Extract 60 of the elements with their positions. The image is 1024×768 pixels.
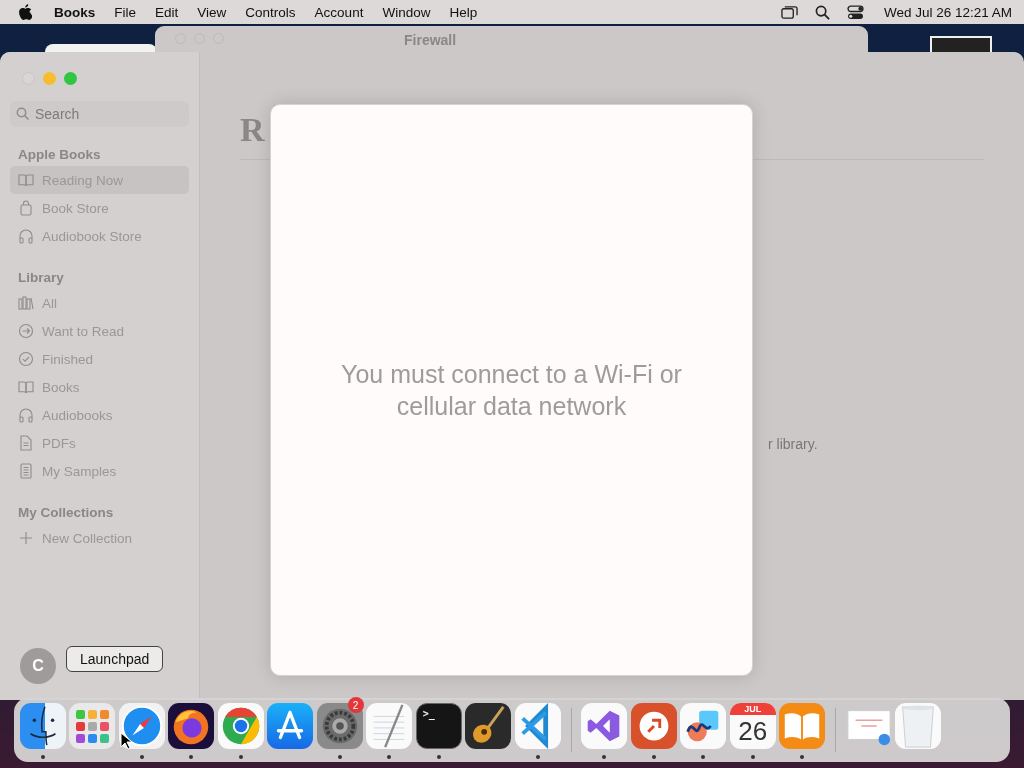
book-icon xyxy=(18,172,34,188)
sidebar-item[interactable]: Audiobooks xyxy=(10,401,189,429)
sidebar-item[interactable]: Audiobook Store xyxy=(10,222,189,250)
sidebar-item[interactable]: All xyxy=(10,289,189,317)
menu-item[interactable]: View xyxy=(197,4,227,20)
account-avatar[interactable]: C xyxy=(20,648,56,684)
sidebar-item[interactable]: Want to Read xyxy=(10,317,189,345)
windows-icon[interactable] xyxy=(780,4,798,20)
menu-item[interactable]: Account xyxy=(314,4,364,20)
search-icon xyxy=(16,107,30,121)
plus-icon xyxy=(18,530,34,546)
gear-icon[interactable] xyxy=(316,703,363,749)
face-app-icon[interactable] xyxy=(19,703,66,749)
mouse-pointer-icon xyxy=(120,732,132,750)
app-grid-icon[interactable] xyxy=(69,703,116,749)
headphones-icon xyxy=(18,228,34,244)
menu-item[interactable]: File xyxy=(114,4,137,20)
sidebar-item[interactable]: Book Store xyxy=(10,194,189,222)
app-store-icon[interactable] xyxy=(267,703,314,749)
calendar-icon[interactable]: JUL 26 xyxy=(729,703,776,749)
sidebar-item[interactable]: Finished xyxy=(10,345,189,373)
menu-item[interactable]: Controls xyxy=(245,4,296,20)
search-field[interactable]: Search xyxy=(10,101,189,127)
shelf-icon xyxy=(18,295,34,311)
guitar-icon[interactable] xyxy=(465,703,512,749)
compass-icon[interactable] xyxy=(118,703,165,749)
menu-app-name[interactable]: Books xyxy=(54,4,96,20)
fox-globe-icon[interactable] xyxy=(168,703,215,749)
ribbon-logo-icon[interactable] xyxy=(581,703,628,749)
section-heading: Apple Books xyxy=(18,147,102,162)
sidebar-item[interactable]: My Samples xyxy=(10,457,189,485)
headphones-icon xyxy=(18,407,34,423)
menu-item[interactable]: Edit xyxy=(155,4,179,20)
sidebar-item[interactable]: PDFs xyxy=(10,429,189,457)
terminal-icon[interactable]: >_ xyxy=(415,703,462,749)
sidebar-item[interactable]: New Collection xyxy=(10,524,189,552)
check-icon xyxy=(18,351,34,367)
circle-logo-icon[interactable] xyxy=(217,703,264,749)
remote-desktop-icon[interactable] xyxy=(630,703,677,749)
bag-icon xyxy=(18,200,34,216)
window-title: Firewall xyxy=(404,33,457,47)
section-heading: Library xyxy=(18,270,65,285)
network-error-message: You must connect to a Wi-Fi or cellular data network xyxy=(340,359,683,422)
menu-item[interactable]: Help xyxy=(449,4,478,20)
menu-clock[interactable]: Wed Jul 26 12:21 AM xyxy=(883,4,1012,20)
empty-library-text: r library. xyxy=(768,436,818,452)
apple-logo-icon[interactable] xyxy=(18,4,32,20)
control-center-icon[interactable] xyxy=(846,4,864,20)
notepad-pen-icon[interactable] xyxy=(366,703,413,749)
page-heading: R xyxy=(240,111,265,149)
whiteboard-icon[interactable] xyxy=(680,703,727,749)
doc-icon xyxy=(18,435,34,451)
book-icon xyxy=(18,379,34,395)
section-heading: My Collections xyxy=(18,505,115,520)
dock-tooltip: Launchpad xyxy=(66,646,164,672)
sidebar-item[interactable]: Books xyxy=(10,373,189,401)
search-icon[interactable] xyxy=(813,4,831,20)
menu-item[interactable]: Window xyxy=(382,4,431,20)
code-editor-icon[interactable] xyxy=(514,703,561,749)
sample-icon xyxy=(18,463,34,479)
